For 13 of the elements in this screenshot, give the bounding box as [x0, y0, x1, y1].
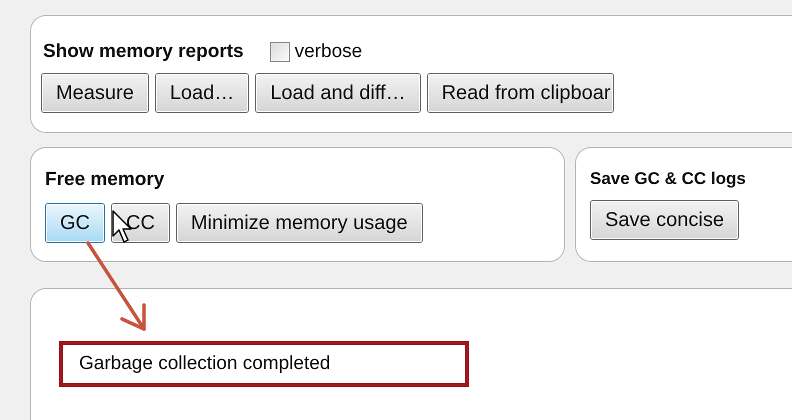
button[interactable]: Load… — [154, 72, 250, 112]
section-title: Save GC & CC logs — [590, 168, 747, 190]
checkbox-label: verbose — [294, 40, 362, 64]
status-message: Garbage collection completed — [79, 353, 330, 374]
button[interactable]: Load and diff… — [255, 72, 421, 112]
section-title: Show memory reports — [43, 40, 244, 64]
button[interactable]: Minimize memory usage — [176, 202, 423, 242]
button[interactable]: Read from clipboar — [426, 72, 614, 112]
button[interactable]: GC — [45, 202, 105, 242]
checkbox[interactable] — [270, 42, 290, 62]
button[interactable]: Save concise — [590, 200, 739, 240]
button[interactable]: Measure — [41, 72, 149, 112]
section-title: Free memory — [45, 168, 166, 192]
